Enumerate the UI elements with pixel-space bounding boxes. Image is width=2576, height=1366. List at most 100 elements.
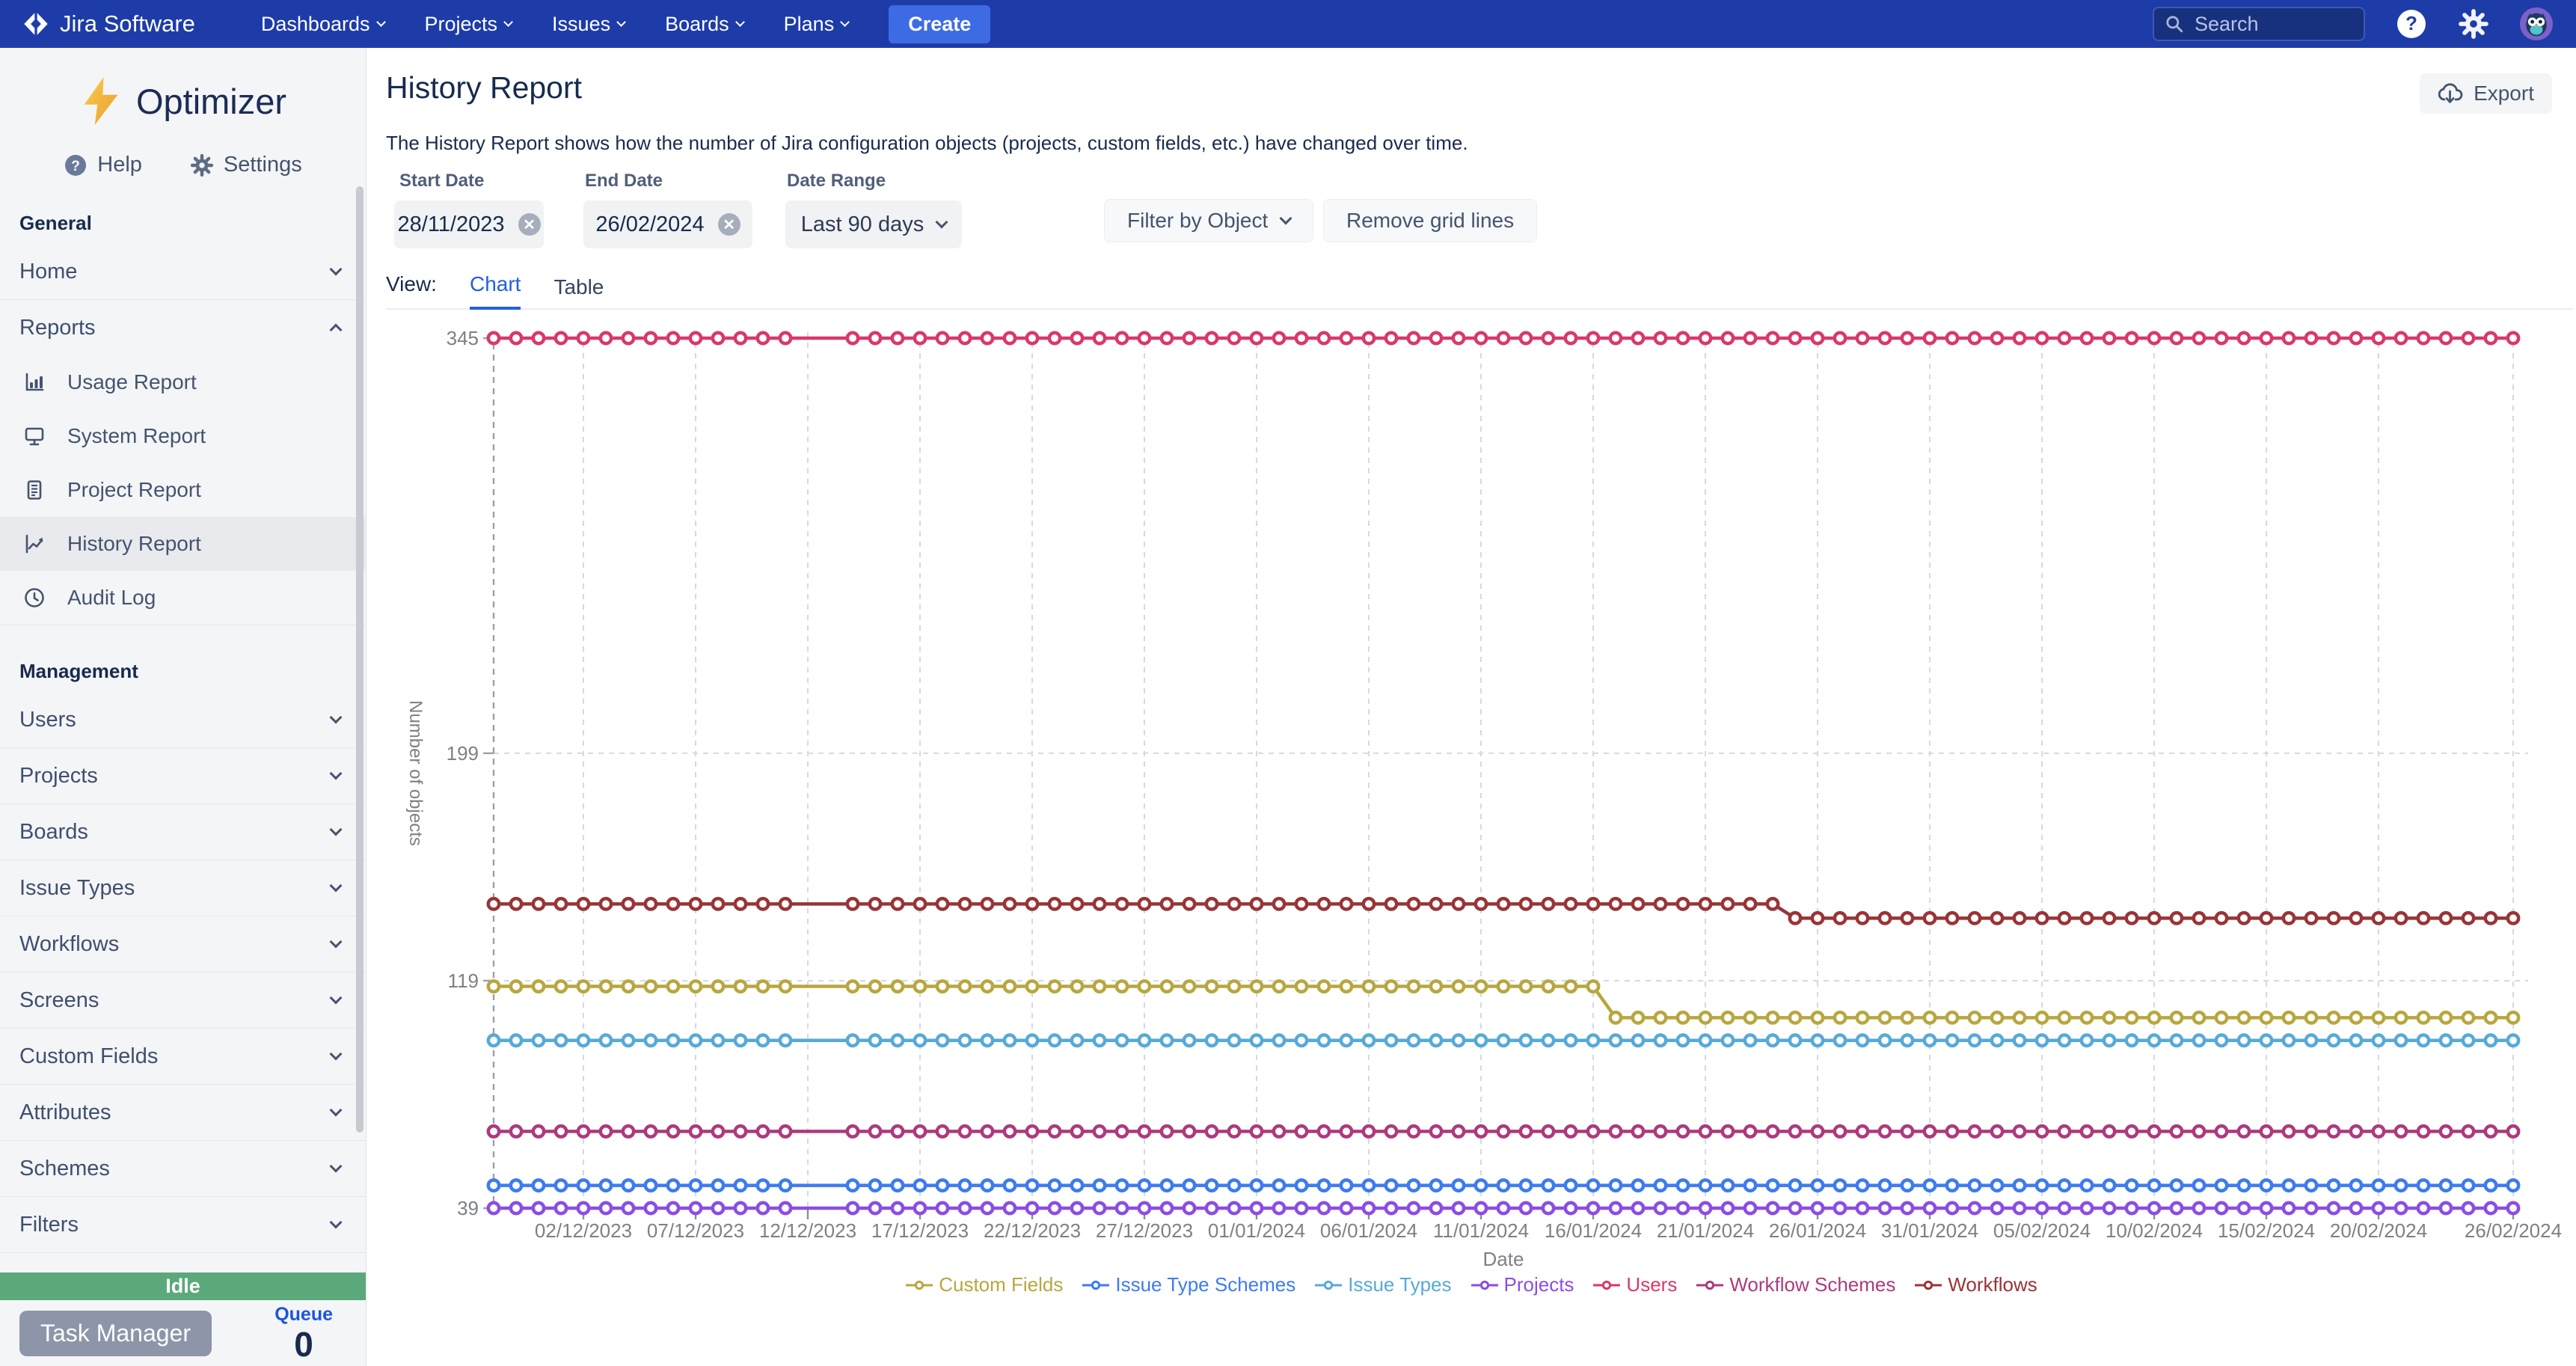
sidebar-item-attributes[interactable]: Attributes — [0, 1085, 366, 1140]
nav-item-projects[interactable]: Projects — [425, 13, 512, 36]
filter-by-object-button[interactable]: Filter by Object — [1104, 199, 1313, 242]
sidebar-item-filters[interactable]: Filters — [0, 1197, 366, 1252]
svg-text:11/01/2024: 11/01/2024 — [1433, 1219, 1529, 1242]
series-workflow-schemes — [488, 1126, 2518, 1136]
svg-text:26/01/2024: 26/01/2024 — [1769, 1219, 1866, 1242]
legend-marker-icon — [1471, 1280, 1498, 1290]
chevron-up-icon — [330, 324, 343, 337]
clear-start-date-icon[interactable]: ✕ — [518, 213, 541, 236]
chevron-down-icon — [330, 1048, 343, 1061]
help-icon[interactable]: ? — [2395, 7, 2428, 40]
sidebar-item-history-report[interactable]: History Report — [0, 517, 366, 571]
svg-text:199: 199 — [447, 742, 479, 765]
legend-item-issue-types[interactable]: Issue Types — [1315, 1273, 1451, 1296]
sidebar-item-users[interactable]: Users — [0, 692, 366, 747]
sidebar-item-schemes[interactable]: Schemes — [0, 1141, 366, 1196]
sidebar-item-project-report[interactable]: Project Report — [0, 463, 366, 517]
status-badge: Idle — [0, 1272, 366, 1300]
sidebar-item-audit-log[interactable]: Audit Log — [0, 571, 366, 625]
svg-text:15/02/2024: 15/02/2024 — [2218, 1219, 2315, 1242]
queue-label: Queue — [275, 1305, 333, 1324]
cloud-download-icon — [2438, 82, 2463, 105]
svg-text:07/12/2023: 07/12/2023 — [647, 1219, 744, 1242]
sidebar-item-workflows[interactable]: Workflows — [0, 916, 366, 972]
top-navbar: Jira Software Dashboards Projects Issues… — [0, 0, 2576, 48]
sidebar-help-link[interactable]: ? Help — [64, 153, 142, 177]
jira-brand[interactable]: Jira Software — [22, 10, 195, 37]
svg-text:27/12/2023: 27/12/2023 — [1096, 1219, 1193, 1242]
svg-text:17/12/2023: 17/12/2023 — [871, 1219, 969, 1242]
legend-item-workflows[interactable]: Workflows — [1915, 1273, 2037, 1296]
date-range-select[interactable]: Last 90 days — [785, 200, 962, 248]
gear-icon[interactable] — [2458, 8, 2489, 40]
sidebar-item-custom-fields[interactable]: Custom Fields — [0, 1029, 366, 1084]
help-icon: ? — [64, 153, 88, 177]
task-manager-button[interactable]: Task Manager — [19, 1311, 212, 1356]
search-icon — [2165, 14, 2184, 34]
gear-icon — [190, 153, 214, 177]
nav-item-dashboards[interactable]: Dashboards — [261, 13, 384, 36]
legend-marker-icon — [1315, 1280, 1342, 1290]
sidebar-scrollbar[interactable] — [356, 186, 364, 1133]
svg-text:12/12/2023: 12/12/2023 — [759, 1219, 856, 1242]
monitor-icon — [23, 425, 46, 447]
sidebar-item-system-report[interactable]: System Report — [0, 409, 366, 463]
series-projects — [488, 1203, 2518, 1213]
svg-text:26/02/2024: 26/02/2024 — [2465, 1219, 2562, 1242]
sidebar-item-projects[interactable]: Projects — [0, 748, 366, 803]
tab-table[interactable]: Table — [553, 275, 604, 310]
tab-chart[interactable]: Chart — [470, 272, 521, 310]
svg-text:05/02/2024: 05/02/2024 — [1993, 1219, 2091, 1242]
end-date-input[interactable]: 26/02/2024 ✕ — [583, 200, 752, 248]
nav-item-issues[interactable]: Issues — [552, 13, 625, 36]
legend-item-workflow-schemes[interactable]: Workflow Schemes — [1696, 1273, 1895, 1296]
chevron-down-icon — [330, 880, 343, 892]
user-avatar[interactable] — [2519, 7, 2554, 41]
series-custom-fields — [488, 981, 2518, 1023]
chevron-down-icon — [330, 824, 343, 836]
lightning-bolt-icon — [79, 76, 123, 126]
clear-end-date-icon[interactable]: ✕ — [718, 213, 740, 236]
sidebar-footer: Idle Task Manager Queue 0 — [0, 1272, 366, 1366]
queue-count: 0 — [294, 1327, 313, 1362]
legend-item-users[interactable]: Users — [1593, 1273, 1677, 1296]
chevron-down-icon — [330, 768, 343, 780]
svg-text:20/02/2024: 20/02/2024 — [2330, 1219, 2427, 1242]
start-date-input[interactable]: 28/11/2023 ✕ — [394, 200, 544, 248]
gridlines — [494, 332, 2528, 1208]
sidebar-settings-link[interactable]: Settings — [190, 153, 302, 177]
legend-marker-icon — [1696, 1280, 1723, 1290]
sidebar-item-screens[interactable]: Screens — [0, 973, 366, 1028]
section-heading-general: General — [0, 212, 366, 235]
legend-item-issue-type-schemes[interactable]: Issue Type Schemes — [1082, 1273, 1295, 1296]
sidebar-item-home[interactable]: Home — [0, 244, 366, 299]
sidebar-item-reports[interactable]: Reports — [0, 300, 366, 355]
divider — [0, 1252, 366, 1253]
svg-text:06/01/2024: 06/01/2024 — [1320, 1219, 1417, 1242]
chart-area: 39119199345Number of objects02/12/202307… — [389, 322, 2576, 1287]
legend-item-custom-fields[interactable]: Custom Fields — [906, 1273, 1063, 1296]
chevron-down-icon — [330, 711, 343, 724]
export-button[interactable]: Export — [2420, 73, 2552, 114]
nav-item-plans[interactable]: Plans — [784, 13, 849, 36]
page-title: History Report — [386, 70, 582, 105]
sidebar-item-boards[interactable]: Boards — [0, 804, 366, 860]
remove-grid-lines-button[interactable]: Remove grid lines — [1323, 199, 1537, 242]
sidebar-item-usage-report[interactable]: Usage Report — [0, 355, 366, 409]
chevron-down-icon — [936, 216, 948, 229]
chevron-down-icon — [1280, 212, 1292, 225]
global-search[interactable] — [2153, 7, 2365, 41]
legend-item-projects[interactable]: Projects — [1471, 1273, 1574, 1296]
navbar-right: ? — [2153, 7, 2554, 41]
nav-item-boards[interactable]: Boards — [665, 13, 743, 36]
svg-text:01/01/2024: 01/01/2024 — [1208, 1219, 1305, 1242]
svg-text:02/12/2023: 02/12/2023 — [535, 1219, 632, 1242]
sidebar-item-issue-types[interactable]: Issue Types — [0, 860, 366, 916]
series-users — [488, 333, 2518, 343]
chevron-down-icon — [735, 17, 745, 27]
search-input[interactable] — [2193, 12, 2331, 37]
chevron-down-icon — [330, 1104, 343, 1117]
series-issue-types — [488, 1035, 2518, 1046]
history-chart[interactable]: 39119199345Number of objects02/12/202307… — [389, 322, 2576, 1287]
create-button[interactable]: Create — [889, 5, 990, 43]
